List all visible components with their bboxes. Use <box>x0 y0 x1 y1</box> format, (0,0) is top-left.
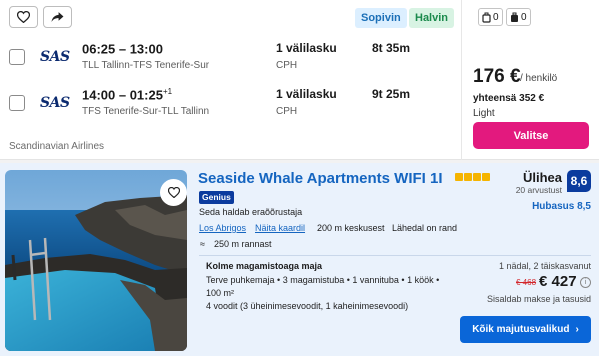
return-times: 14:00 – 01:25+1 <box>82 87 173 103</box>
show-on-map-link[interactable]: Näita kaardil <box>255 223 305 233</box>
flight-details: Sopivin Halvin SAS 06:25 – 13:00 TLL Tal… <box>0 0 461 160</box>
center-distance: 200 m keskusest <box>317 223 385 233</box>
outbound-route: TLL Tallinn-TFS Tenerife-Sur <box>82 60 210 71</box>
stay-info: 1 nädal, 2 täiskasvanut <box>498 261 591 271</box>
coastal-photo <box>5 170 187 351</box>
select-flight-button[interactable]: Valitse <box>473 122 589 149</box>
carrier-name: Scandinavian Airlines <box>9 141 105 152</box>
tag-cheapest: Sopivin <box>355 8 407 28</box>
star-icon <box>455 173 463 181</box>
original-price: € 468 <box>516 278 537 287</box>
tag-best: Halvin <box>409 8 455 28</box>
room-title: Kolme magamistoaga maja <box>206 261 323 271</box>
chevron-right-icon: › <box>575 324 579 335</box>
outbound-leg-checkbox[interactable] <box>9 49 25 65</box>
room-detail-line: 4 voodit (3 üheinimesevoodit, 1 kaheinim… <box>206 301 409 311</box>
fare-type: Light <box>473 108 495 119</box>
wave-icon: ≈ <box>200 239 205 249</box>
flight-price-panel: 0 0 176 € / henkilö yhteensä 352 € Light… <box>461 0 599 160</box>
flight-total: yhteensä 352 € <box>473 93 545 104</box>
hotel-photo[interactable] <box>5 170 187 351</box>
star-rating <box>455 173 490 181</box>
flight-result-card: Sopivin Halvin SAS 06:25 – 13:00 TLL Tal… <box>0 0 599 160</box>
return-stops: 1 välilasku <box>276 87 337 101</box>
heart-icon <box>17 11 30 23</box>
outbound-times: 06:25 – 13:00 <box>82 41 163 57</box>
share-button[interactable] <box>43 6 72 28</box>
host-type: Seda haldab eraõõrustaja <box>199 207 303 217</box>
review-count: 20 arvustust <box>515 185 562 195</box>
discounted-price: € 427 <box>539 273 577 290</box>
room-detail-line: 100 m² <box>206 288 235 298</box>
divider <box>199 255 591 256</box>
star-icon <box>473 173 481 181</box>
taxes-note: Sisaldab makse ja tasusid <box>486 294 591 304</box>
sas-logo: SAS <box>40 49 70 65</box>
cabin-bag-icon <box>482 12 491 23</box>
favorite-button[interactable] <box>160 179 187 206</box>
hotel-name-link[interactable]: Seaside Whale Apartments WIFI 1I <box>198 170 443 187</box>
sas-logo: SAS <box>40 95 70 111</box>
star-icon <box>482 173 490 181</box>
review-score: 8,6 <box>567 170 591 192</box>
room-detail-line: Terve puhkemaja • 3 magamistuba • 1 vann… <box>206 275 440 285</box>
return-leg-checkbox[interactable] <box>9 95 25 111</box>
outbound-stops: 1 välilasku <box>276 41 337 55</box>
beach-distance: 250 m rannast <box>214 239 272 249</box>
outbound-via: CPH <box>276 60 298 71</box>
return-via: CPH <box>276 106 298 117</box>
return-route: TFS Tenerife-Sur-TLL Tallinn <box>82 106 210 117</box>
checked-bag-badge: 0 <box>506 8 531 26</box>
checked-bag-count: 0 <box>521 11 527 23</box>
cabin-bag-badge: 0 <box>478 8 503 26</box>
genius-badge: Genius <box>199 191 234 204</box>
location-area-link[interactable]: Los Abrigos <box>199 223 246 233</box>
save-heart-button[interactable] <box>9 6 38 28</box>
rating-word: Ülihea <box>522 170 562 185</box>
cabin-bag-count: 0 <box>493 11 499 23</box>
checked-bag-icon <box>511 12 518 22</box>
heart-icon <box>167 187 180 198</box>
hotel-result-card: Seaside Whale Apartments WIFI 1I Genius … <box>0 163 599 356</box>
outbound-duration: 8t 35m <box>372 41 411 55</box>
all-rooms-button[interactable]: Kõik majutusvalikud › <box>460 316 591 343</box>
beach-nearby-note: Lähedal on rand <box>392 223 458 233</box>
info-icon[interactable]: i <box>580 277 591 288</box>
return-duration: 9t 25m <box>372 87 411 101</box>
all-rooms-label: Kõik majutusvalikud <box>472 324 570 335</box>
flight-price: 176 € <box>473 66 521 87</box>
star-icon <box>464 173 472 181</box>
comfort-rating: Hubasus 8,5 <box>532 201 591 212</box>
share-arrow-icon <box>51 12 64 22</box>
price-unit: / henkilö <box>520 73 558 84</box>
